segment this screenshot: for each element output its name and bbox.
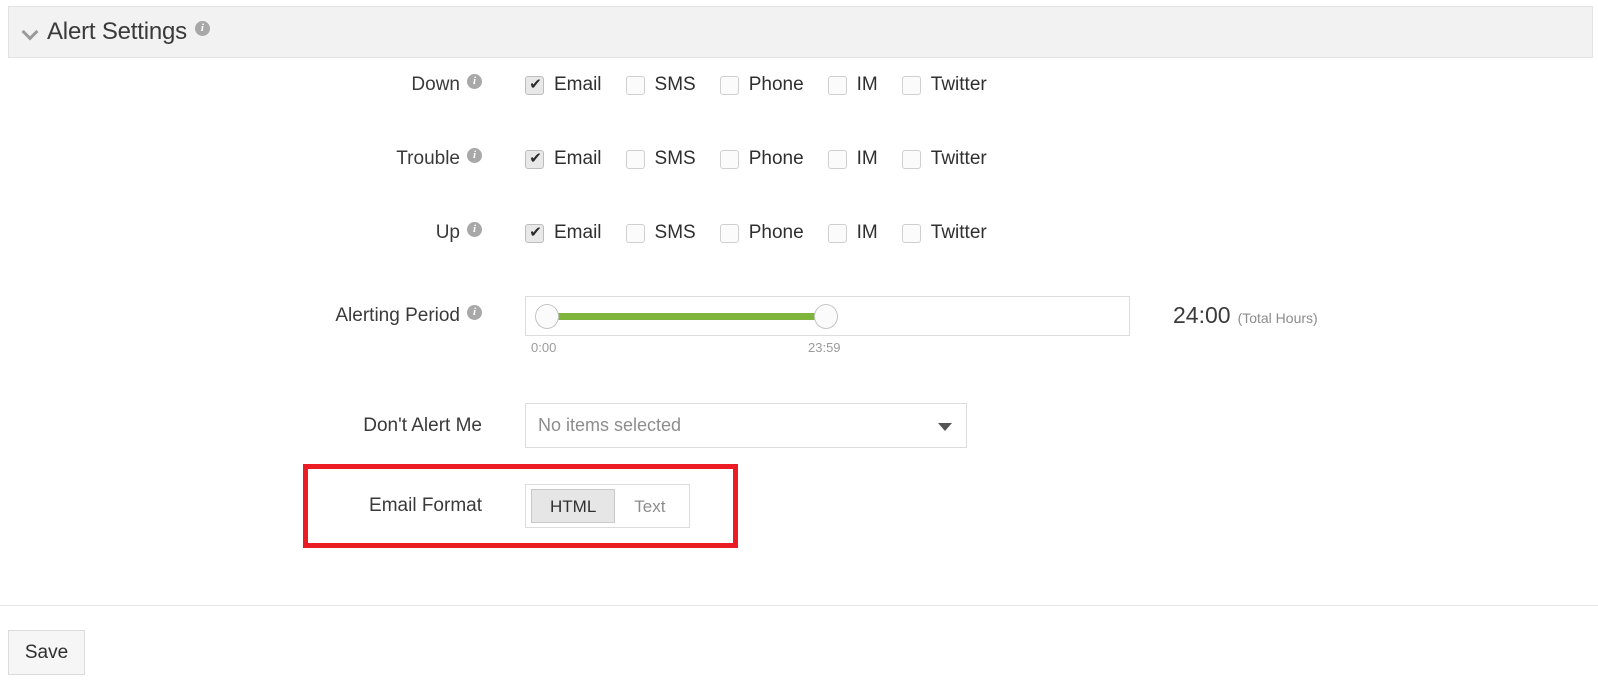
checkbox-box-unchecked[interactable] [719, 149, 739, 169]
checkbox-label: Twitter [930, 148, 987, 169]
checkbox-trouble-im[interactable]: IM [827, 148, 878, 170]
alert-row-down-channels: Email SMS Phone IM Twitter [525, 74, 987, 96]
checkbox-box-checked[interactable] [525, 75, 544, 95]
dont-alert-me-dropdown[interactable]: No items selected [525, 403, 967, 448]
checkbox-up-email[interactable]: Email [525, 222, 602, 244]
checkbox-box-checked[interactable] [525, 223, 544, 243]
checkbox-box-unchecked[interactable] [901, 149, 921, 169]
checkbox-trouble-phone[interactable]: Phone [719, 148, 804, 170]
checkbox-label: SMS [654, 222, 696, 243]
checkbox-down-twitter[interactable]: Twitter [901, 74, 987, 96]
info-icon[interactable]: i [467, 74, 482, 90]
email-format-label-text: Email Format [369, 495, 482, 516]
checkbox-down-sms[interactable]: SMS [625, 74, 696, 96]
email-format-option-text[interactable]: Text [615, 489, 684, 523]
checkbox-up-twitter[interactable]: Twitter [901, 222, 987, 244]
checkbox-box-unchecked[interactable] [625, 149, 645, 169]
checkbox-down-phone[interactable]: Phone [719, 74, 804, 96]
checkbox-box-unchecked[interactable] [719, 223, 739, 243]
email-format-label: Email Format [0, 495, 482, 517]
page-title: Alert Settings [47, 18, 187, 45]
checkbox-box-unchecked[interactable] [625, 223, 645, 243]
checkbox-label: IM [856, 148, 878, 169]
slider-handle-start[interactable] [535, 304, 559, 329]
checkbox-down-email[interactable]: Email [525, 74, 602, 96]
checkbox-up-sms[interactable]: SMS [625, 222, 696, 244]
email-format-row: Email Format HTML Text [0, 484, 691, 528]
chevron-down-icon[interactable] [938, 423, 952, 431]
total-hours-unit: (Total Hours) [1237, 310, 1318, 326]
alerting-period-control: 0:00 23:59 24:00 (Total Hours) [525, 296, 1318, 355]
slider-tick-end: 23:59 [808, 340, 841, 355]
alert-row-up-channels: Email SMS Phone IM Twitter [525, 222, 987, 244]
checkbox-label: Email [554, 148, 602, 169]
alerting-period-slider-wrap: 0:00 23:59 [525, 296, 1130, 355]
slider-track [547, 313, 829, 320]
total-hours-display: 24:00 (Total Hours) [1173, 302, 1318, 329]
checkbox-box-unchecked[interactable] [827, 75, 847, 95]
dont-alert-me-label: Don't Alert Me [0, 415, 482, 437]
alert-row-trouble: Trouble i Email SMS Phone IM [0, 148, 987, 170]
checkbox-label: IM [856, 222, 878, 243]
checkbox-up-im[interactable]: IM [827, 222, 878, 244]
checkbox-label: Phone [748, 222, 804, 243]
footer-divider [0, 605, 1598, 606]
alert-row-up-label-text: Up [435, 222, 460, 243]
panel-header-alert-settings[interactable]: Alert Settings i [8, 6, 1593, 58]
checkbox-label: Email [554, 74, 602, 95]
checkbox-box-unchecked[interactable] [901, 223, 921, 243]
chevron-down-icon[interactable] [22, 23, 40, 41]
alert-row-trouble-label-text: Trouble [396, 148, 460, 169]
alert-row-trouble-label: Trouble i [0, 148, 482, 170]
dropdown-selected-value: No items selected [538, 415, 682, 435]
dont-alert-me-label-text: Don't Alert Me [363, 414, 482, 436]
checkbox-box-unchecked[interactable] [901, 75, 921, 95]
checkbox-trouble-sms[interactable]: SMS [625, 148, 696, 170]
slider-handle-end[interactable] [814, 304, 838, 329]
checkbox-label: Phone [748, 148, 804, 169]
alert-row-down-label-text: Down [411, 74, 460, 95]
alert-row-down-label: Down i [0, 74, 482, 96]
alert-row-trouble-channels: Email SMS Phone IM Twitter [525, 148, 987, 170]
checkbox-box-unchecked[interactable] [625, 75, 645, 95]
email-format-toggle-group: HTML Text [525, 484, 691, 528]
alert-row-up: Upi Email SMS Phone IM [0, 222, 987, 244]
checkbox-box-unchecked[interactable] [827, 149, 847, 169]
email-format-control: HTML Text [525, 484, 691, 528]
save-button[interactable]: Save [8, 630, 85, 675]
total-hours-value: 24:00 [1173, 302, 1231, 328]
dont-alert-me-control: No items selected [525, 403, 967, 448]
checkbox-label: SMS [654, 148, 696, 169]
checkbox-label: SMS [654, 74, 696, 95]
checkbox-box-checked[interactable] [525, 149, 544, 169]
email-format-option-html[interactable]: HTML [531, 489, 616, 523]
checkbox-label: Twitter [930, 222, 987, 243]
checkbox-down-im[interactable]: IM [827, 74, 878, 96]
info-icon[interactable]: i [194, 20, 210, 36]
checkbox-trouble-email[interactable]: Email [525, 148, 602, 170]
alerting-period-label: Alerting Period i [0, 296, 482, 327]
info-icon[interactable]: i [467, 305, 482, 321]
info-icon[interactable]: i [467, 148, 482, 164]
alerting-period-label-text: Alerting Period [335, 305, 460, 326]
alert-row-up-label: Up i [0, 222, 482, 244]
alert-settings-page: Alert Settings i Downi Email SMS Phone [0, 0, 1598, 698]
alerting-period-slider[interactable] [525, 296, 1130, 336]
checkbox-label: IM [856, 74, 878, 95]
slider-tick-start: 0:00 [531, 340, 557, 355]
checkbox-up-phone[interactable]: Phone [719, 222, 804, 244]
slider-tick-labels: 0:00 23:59 [525, 340, 1130, 358]
checkbox-trouble-twitter[interactable]: Twitter [901, 148, 987, 170]
dont-alert-me-row: Don't Alert Me No items selected [0, 403, 967, 448]
checkbox-box-unchecked[interactable] [827, 223, 847, 243]
alerting-period-row: Alerting Period i 0:00 23:59 24:00 (Total… [0, 296, 1318, 355]
checkbox-label: Twitter [930, 74, 987, 95]
checkbox-label: Phone [748, 74, 804, 95]
info-icon[interactable]: i [467, 222, 482, 238]
checkbox-label: Email [554, 222, 602, 243]
checkbox-box-unchecked[interactable] [719, 75, 739, 95]
alert-row-down: Downi Email SMS Phone IM [0, 74, 987, 96]
